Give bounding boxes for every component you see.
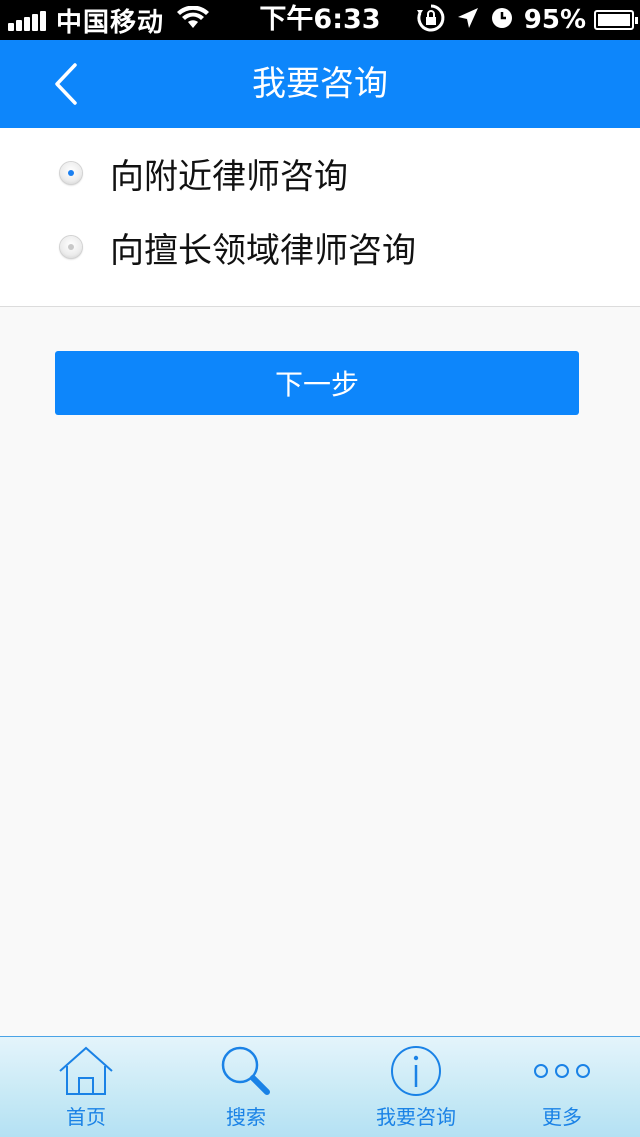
tab-search[interactable]: 搜索 <box>166 1037 326 1137</box>
option-specialist-lawyer[interactable]: 向擅长领域律师咨询 <box>0 212 640 282</box>
status-bar: 中国移动 下午6:33 95% <box>0 0 640 40</box>
tab-bar: 首页 搜索 我要咨询 更多 <box>0 1036 640 1137</box>
radio-unchecked[interactable] <box>60 236 82 258</box>
consult-options: 向附近律师咨询 向擅长领域律师咨询 <box>0 128 640 307</box>
tab-label: 首页 <box>66 1105 106 1129</box>
tab-label: 搜索 <box>226 1105 266 1129</box>
more-icon <box>482 1043 640 1099</box>
tab-consult[interactable]: 我要咨询 <box>336 1037 496 1137</box>
battery-icon <box>594 10 638 30</box>
alarm-icon <box>490 6 524 34</box>
status-right: 95% <box>416 0 638 40</box>
home-icon <box>6 1043 166 1099</box>
radio-checked[interactable] <box>60 162 82 184</box>
back-button[interactable] <box>36 54 96 114</box>
search-icon <box>166 1043 326 1099</box>
info-icon <box>336 1043 496 1099</box>
status-left: 中国移动 <box>8 0 210 40</box>
wifi-icon <box>176 5 210 34</box>
location-icon <box>456 6 490 34</box>
tab-home[interactable]: 首页 <box>6 1037 166 1137</box>
rotation-lock-icon <box>416 3 456 37</box>
option-label: 向附近律师咨询 <box>110 156 348 197</box>
option-nearby-lawyer[interactable]: 向附近律师咨询 <box>0 138 640 208</box>
tab-label: 更多 <box>542 1105 582 1129</box>
nav-bar: 我要咨询 <box>0 40 640 128</box>
tab-more[interactable]: 更多 <box>482 1037 640 1137</box>
option-label: 向擅长领域律师咨询 <box>110 230 416 271</box>
next-step-button[interactable]: 下一步 <box>55 351 579 415</box>
chevron-left-icon <box>55 63 77 105</box>
carrier-name: 中国移动 <box>56 7 165 38</box>
battery-percent: 95% <box>523 5 586 35</box>
tab-label: 我要咨询 <box>376 1105 456 1129</box>
page-title: 我要咨询 <box>252 64 388 104</box>
signal-icon <box>8 9 48 31</box>
